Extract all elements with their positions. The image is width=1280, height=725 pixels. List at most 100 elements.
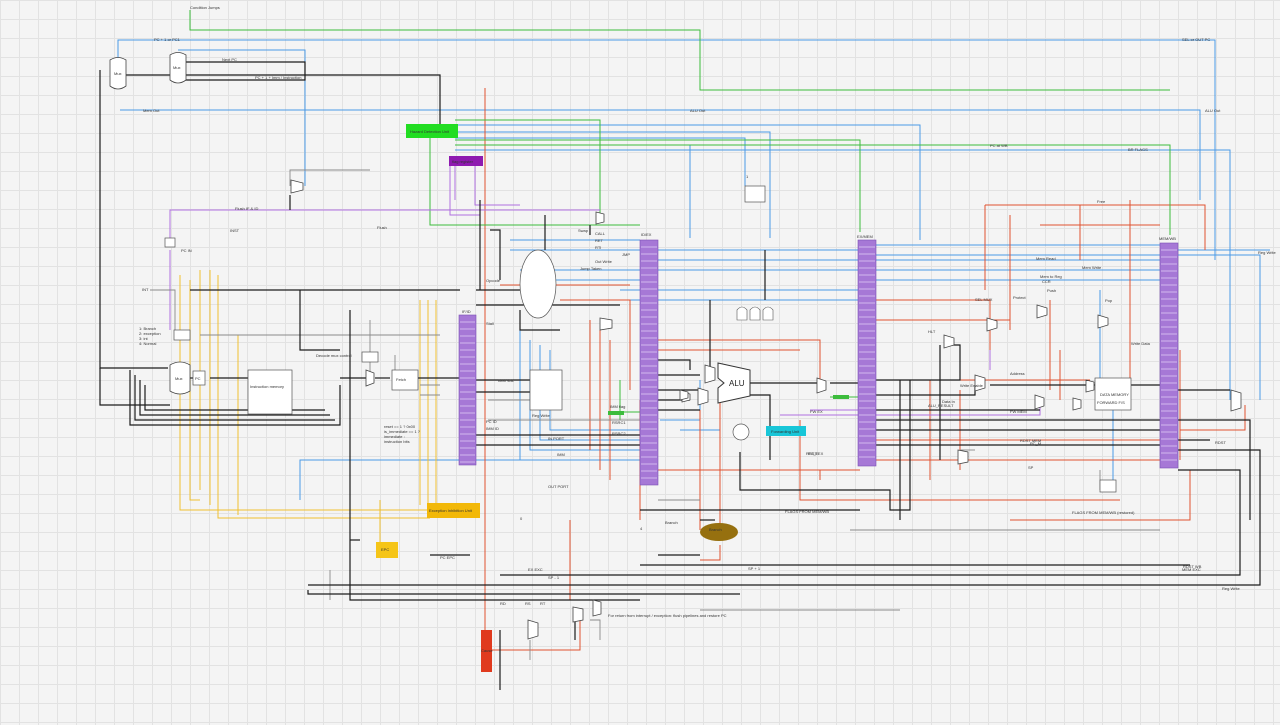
label-rdst-wb: RDST WB xyxy=(1183,564,1202,569)
label-alu-out-r: ALU Out xyxy=(1205,108,1221,113)
mux-small-b xyxy=(595,211,605,225)
label-call: CALL xyxy=(595,231,606,236)
label-reg-write-2: Reg Write xyxy=(1222,586,1240,591)
adder-top xyxy=(744,185,766,203)
label-ccr: CCR xyxy=(1042,279,1051,284)
pipe-ex-mem xyxy=(857,239,877,467)
mux-imm xyxy=(365,369,375,387)
mux-mem-d xyxy=(1085,379,1095,393)
label-forward: Forwarding Unit xyxy=(771,429,800,434)
mux-ex-out xyxy=(816,377,827,394)
label-pc-in: PC IN xyxy=(181,248,192,253)
mux-small-a xyxy=(290,179,304,194)
green-tag-a xyxy=(608,411,624,415)
mux-alu-a xyxy=(704,364,716,384)
label-id-ex: ID/EX xyxy=(641,232,652,237)
label-zero: 0 xyxy=(520,516,523,521)
label-address: Address xyxy=(1010,371,1025,376)
label-alu: ALU xyxy=(729,379,745,388)
label-free: Free xyxy=(1097,199,1106,204)
label-ret: RET xyxy=(595,238,604,243)
label-mem-wb: MEM/WB xyxy=(1159,236,1176,241)
label-ex-exc: EX EXC xyxy=(528,567,543,572)
mux-mem-b xyxy=(1034,394,1045,410)
label-write-enable: Write Enable xyxy=(960,383,984,388)
special-units xyxy=(376,124,849,672)
label-jmp: JMP xyxy=(622,252,630,257)
label-condition-jumps: Condition Jumps xyxy=(190,5,220,10)
mux-bottom-b xyxy=(592,599,602,617)
label-fetch: Fetch xyxy=(396,377,406,382)
label-rdst-mem: RDST MEM xyxy=(1020,438,1041,443)
mux-sel-f xyxy=(679,389,689,401)
small-block-b xyxy=(173,329,191,341)
label-forward-fs: FORWARD F/S xyxy=(1097,400,1125,405)
label-jump-taken: Jump Taken xyxy=(580,266,602,271)
label-imm: IMM xyxy=(557,452,565,457)
label-sel-or-out-pc: SEL or OUT PC xyxy=(1182,37,1210,42)
labels: IF/ID ID/EX EX/MEM MEM/WB ALU PC Mux Mux… xyxy=(114,5,1276,653)
control-unit xyxy=(519,249,557,319)
label-exception-inhibit: Exception Inhibition Unit xyxy=(429,508,473,513)
label-pc-src-4: 4: Normal xyxy=(139,341,156,346)
shift-logic xyxy=(736,306,774,321)
small-block-d xyxy=(1099,479,1117,493)
label-sp-minus: SP - 1 xyxy=(548,575,560,580)
label-data-mem: DATA MEMORY xyxy=(1100,392,1129,397)
pipe-id-ex xyxy=(639,239,659,486)
label-decode-mux: Decode mux control xyxy=(316,353,352,358)
label-if-id: IF/ID xyxy=(462,309,471,314)
pipe-mem-wb xyxy=(1159,242,1179,469)
label-hlt: HLT xyxy=(928,329,936,334)
mux-sel-d xyxy=(1097,314,1109,329)
label-fw-ex: FW EX xyxy=(810,409,823,414)
label-imm-flag: IMM flag xyxy=(610,404,625,409)
label-branch: Branch xyxy=(709,527,722,532)
mux-bottom-c xyxy=(572,606,584,623)
label-flag: flag register xyxy=(452,159,474,164)
label-reti: For return from interrupt / exception: f… xyxy=(608,613,727,618)
label-rdst: RDST xyxy=(1215,440,1226,445)
label-hazard: Hazard Detection Unit xyxy=(410,129,450,134)
adder-ex xyxy=(732,423,750,441)
label-int: INT xyxy=(142,287,149,292)
label-rsrc1: RSRC1 xyxy=(612,420,626,425)
label-instr-mem: Instruction memory xyxy=(250,384,284,389)
label-rd: RD xyxy=(500,601,506,606)
label-mem-read: Mem Read xyxy=(1036,256,1056,261)
label-cause: Cause xyxy=(481,648,493,653)
branch-block xyxy=(700,523,738,541)
label-flush: Flush xyxy=(377,225,387,230)
mux-wb xyxy=(1230,389,1242,412)
mux-sel-e xyxy=(957,449,969,465)
label-rdst-ex: RDST EX xyxy=(806,451,824,456)
label-four: 4 xyxy=(640,526,643,531)
label-reg-write-unit: Reg Write xyxy=(532,413,550,418)
instruction-memory-block xyxy=(247,369,293,415)
small-block-a xyxy=(164,237,176,248)
label-swap: Swap xyxy=(578,228,589,233)
label-opcode: Opcode xyxy=(486,278,501,283)
label-pc-epc: PC EPC xyxy=(440,555,455,560)
mux-alu-b xyxy=(697,387,709,406)
label-pc-plus: PC + 1 or PC1 xyxy=(154,37,181,42)
label-rsrc2: RSRC2 xyxy=(612,431,626,436)
label-write-data: Write Data xyxy=(1131,341,1151,346)
mux-sel-c xyxy=(1036,304,1048,319)
label-one: 1 xyxy=(746,174,749,179)
label-mem-out: Mem Out xyxy=(143,108,160,113)
label-pc-wb: PC at WB xyxy=(990,143,1008,148)
label-reset-4: instruction bits xyxy=(384,439,410,444)
label-stall: Stall xyxy=(486,321,494,326)
mux-bottom-a xyxy=(527,619,539,640)
label-pc-plus-imm: PC + 1 + Imm / Instruction xyxy=(255,75,301,80)
green-wires xyxy=(189,10,1171,420)
label-pop: Pop xyxy=(1105,298,1113,303)
label-sel-mux: SEL MUX xyxy=(975,297,993,302)
datapath-diagram: IF/ID ID/EX EX/MEM MEM/WB ALU PC Mux Mux… xyxy=(99,5,1276,690)
label-imm-id: IMM ID xyxy=(486,426,499,431)
label-protect: Protect xyxy=(1013,295,1027,300)
purple-wires xyxy=(169,160,1041,416)
label-sp: SP xyxy=(1028,465,1034,470)
label-epc: EPC xyxy=(381,547,389,552)
